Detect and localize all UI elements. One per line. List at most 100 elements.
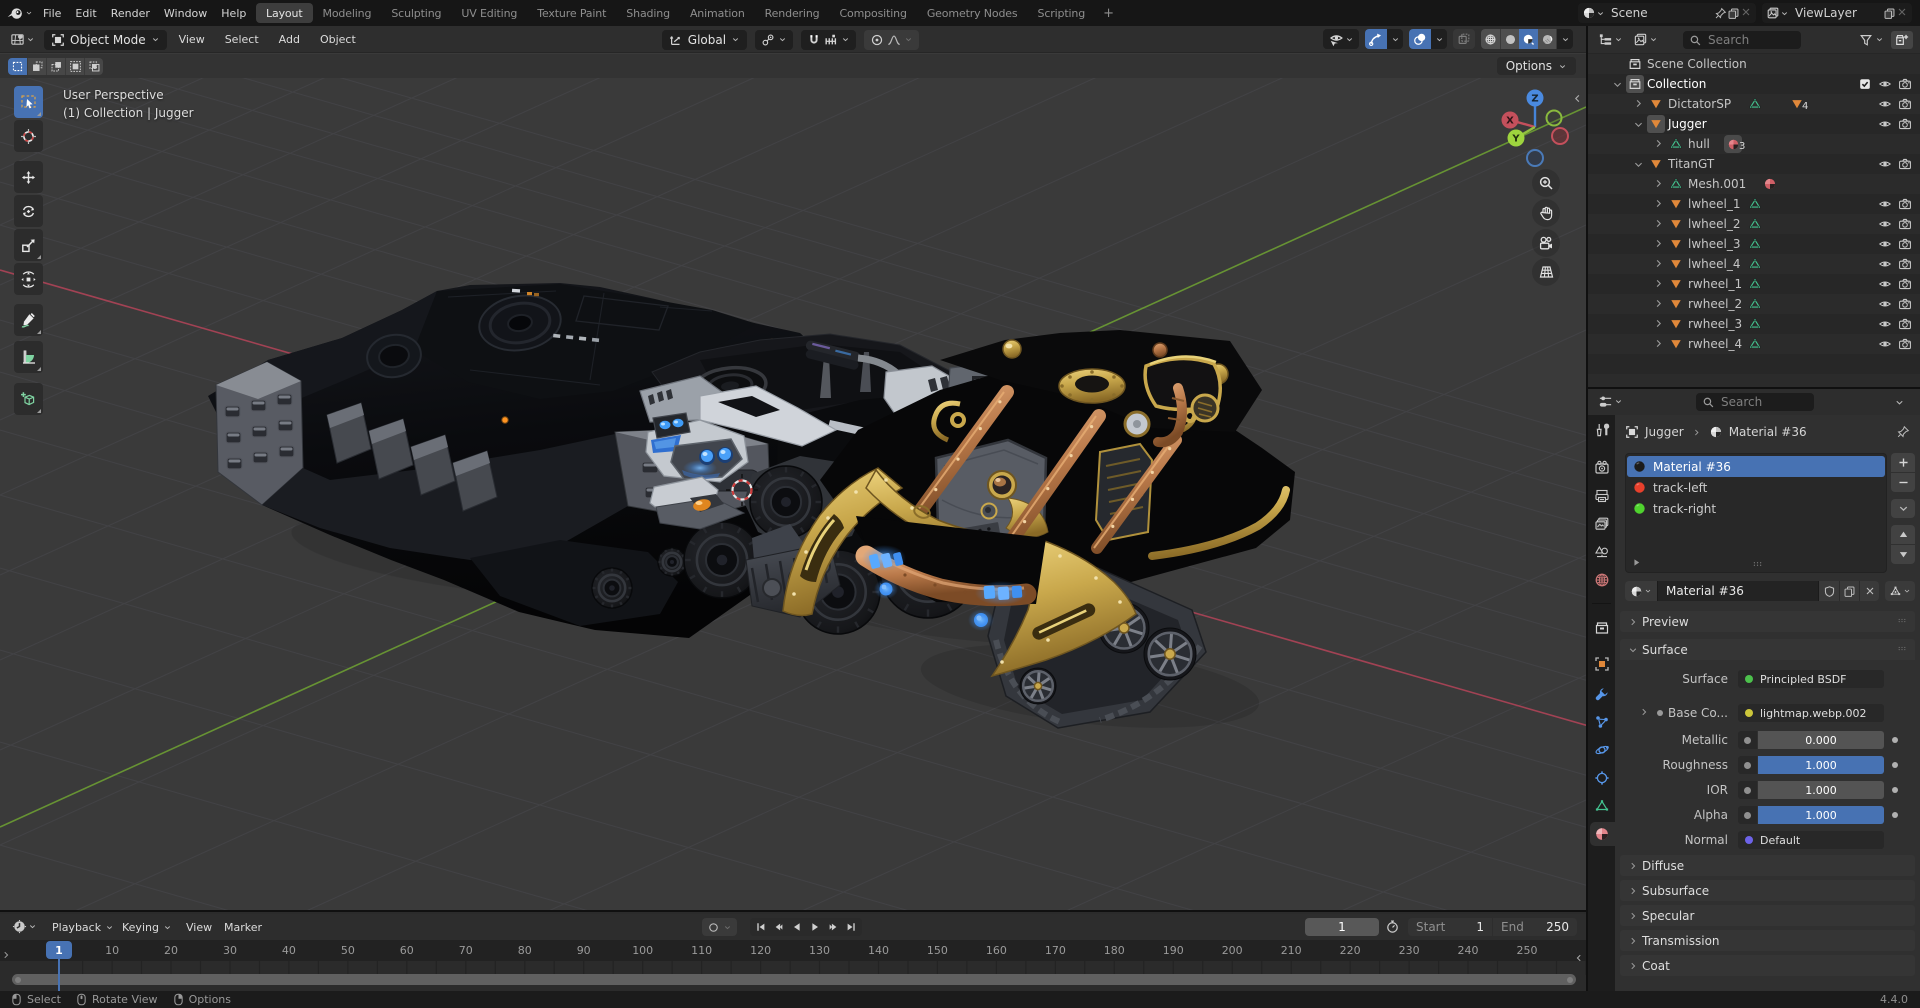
workspace-tab-modeling[interactable]: Modeling xyxy=(313,3,382,23)
nav-hand-button[interactable] xyxy=(1532,199,1560,227)
properties-tab-tool[interactable] xyxy=(1594,422,1610,438)
outliner-item-label[interactable]: rwheel_3 xyxy=(1688,317,1742,331)
scrollbar-handle-left[interactable] xyxy=(15,977,21,983)
tool-move[interactable] xyxy=(14,161,43,193)
workspace-tab-rendering[interactable]: Rendering xyxy=(755,3,830,23)
row-socket-button[interactable] xyxy=(1738,806,1757,824)
disclosure-closed-icon[interactable] xyxy=(1653,238,1664,249)
row-value-button[interactable]: lightmap.webp.002 xyxy=(1738,704,1884,722)
timeline-track-area[interactable] xyxy=(0,961,1586,991)
properties-tab-world[interactable] xyxy=(1594,572,1610,588)
tool-annotate[interactable] xyxy=(14,304,43,336)
viewport-menu-object[interactable]: Object xyxy=(312,33,364,46)
remove-material-slot-button[interactable] xyxy=(1891,473,1915,492)
hide-in-viewport-toggle[interactable] xyxy=(1878,317,1892,331)
properties-tab-view-layer[interactable] xyxy=(1594,516,1610,532)
disable-in-renders-toggle[interactable] xyxy=(1898,217,1912,231)
blender-menu-button[interactable] xyxy=(0,4,36,22)
outliner-item-label[interactable]: rwheel_4 xyxy=(1688,337,1742,351)
outliner-item-label[interactable]: Mesh.001 xyxy=(1688,177,1746,191)
workspace-tab-animation[interactable]: Animation xyxy=(680,3,755,23)
view-layer-name[interactable]: ViewLayer xyxy=(1795,6,1883,20)
outliner-row-lwheel-1[interactable]: lwheel_1 xyxy=(1588,194,1920,214)
viewport-menu-select[interactable]: Select xyxy=(217,33,267,46)
timeline-menu-marker[interactable]: Marker xyxy=(224,919,262,935)
3d-viewport[interactable]: Object ModeViewSelectAddObjectGlobal Opt… xyxy=(0,26,1586,910)
disclosure-closed-icon[interactable] xyxy=(1633,98,1644,109)
topbar-menu-render[interactable]: Render xyxy=(104,0,157,26)
pin-scene-icon[interactable] xyxy=(1714,7,1727,20)
row-value-slider[interactable]: 1.000 xyxy=(1758,781,1884,799)
playhead[interactable]: 1 xyxy=(46,941,72,959)
shading-material-preview-button[interactable] xyxy=(1519,29,1538,49)
disclosure-open-icon[interactable] xyxy=(1633,159,1644,170)
track-wheel[interactable] xyxy=(1144,628,1196,680)
outliner-item-label[interactable]: Scene Collection xyxy=(1647,57,1747,71)
add-workspace-button[interactable]: + xyxy=(1095,3,1122,23)
proportional-editing-icon[interactable] xyxy=(870,33,884,47)
row-value-slider[interactable]: 1.000 xyxy=(1758,806,1884,824)
snap-toggle-icon[interactable] xyxy=(807,33,821,47)
panel-diffuse[interactable]: Diffuse xyxy=(1620,855,1915,876)
animate-property-dot[interactable] xyxy=(1892,787,1898,793)
disable-in-renders-toggle[interactable] xyxy=(1898,317,1912,331)
wheel[interactable] xyxy=(592,568,632,608)
proportional-edit-group[interactable] xyxy=(864,30,919,50)
properties-editor-type-button[interactable] xyxy=(1598,394,1623,409)
slot-list-expand-icon[interactable] xyxy=(1631,557,1642,568)
workspace-tab-layout[interactable]: Layout xyxy=(256,3,313,23)
animate-property-dot[interactable] xyxy=(1892,737,1898,743)
jump-to-end-button[interactable] xyxy=(842,918,860,936)
outliner-item-label[interactable]: lwheel_3 xyxy=(1688,237,1741,251)
panel-preview[interactable]: Preview xyxy=(1620,611,1915,632)
unlink-material-button[interactable] xyxy=(1859,581,1879,601)
outliner-row-lwheel-3[interactable]: lwheel_3 xyxy=(1588,234,1920,254)
properties-tab-collection[interactable] xyxy=(1594,620,1610,636)
use-preview-range-toggle[interactable] xyxy=(1385,919,1400,934)
panel-surface[interactable]: Surface xyxy=(1620,639,1915,660)
timeline-expand-arrow[interactable] xyxy=(1,950,11,960)
workspace-tab-scripting[interactable]: Scripting xyxy=(1028,3,1096,23)
select-mode-invert[interactable] xyxy=(65,58,84,75)
workspace-tab-texture-paint[interactable]: Texture Paint xyxy=(527,3,616,23)
overlays-dropdown[interactable] xyxy=(1431,35,1447,44)
tool-scale[interactable] xyxy=(14,229,43,261)
timeline-editor-type-button[interactable] xyxy=(12,919,37,934)
hide-in-viewport-toggle[interactable] xyxy=(1878,217,1892,231)
animate-property-dot[interactable] xyxy=(1892,812,1898,818)
snapping-group[interactable] xyxy=(801,30,856,50)
timeline-menu-playback[interactable]: Playback xyxy=(52,919,114,935)
hide-in-viewport-toggle[interactable] xyxy=(1878,97,1892,111)
panel-grip[interactable] xyxy=(1895,644,1909,653)
properties-tab-data[interactable] xyxy=(1594,798,1610,814)
auto-keying-group[interactable] xyxy=(702,918,737,936)
disclosure-closed-icon[interactable] xyxy=(1653,198,1664,209)
shading-dropdown[interactable] xyxy=(1557,35,1573,44)
timeline-ruler[interactable]: 1020304050607080901001101201301401501601… xyxy=(0,940,1586,961)
outliner-item-label[interactable]: rwheel_2 xyxy=(1688,297,1742,311)
properties-pin-button[interactable] xyxy=(1896,425,1910,439)
outliner-row-scene-collection[interactable]: Scene Collection xyxy=(1588,54,1920,74)
play-reverse-button[interactable] xyxy=(788,918,806,936)
show-overlays-toggle[interactable] xyxy=(1409,29,1431,49)
outliner-row-jugger[interactable]: Jugger xyxy=(1588,114,1920,134)
outliner-item-label[interactable]: Jugger xyxy=(1668,117,1707,131)
disclosure-closed-icon[interactable] xyxy=(1653,278,1664,289)
outliner-row-lwheel-2[interactable]: lwheel_2 xyxy=(1588,214,1920,234)
panel-specular[interactable]: Specular xyxy=(1620,905,1915,926)
outliner-row-mesh-001[interactable]: Mesh.001 xyxy=(1588,174,1920,194)
timeline-collapse-arrow[interactable] xyxy=(1574,952,1584,964)
material-slot-0[interactable]: Material #36 xyxy=(1627,456,1885,477)
tool-measure[interactable] xyxy=(14,341,43,373)
outliner-row-rwheel-3[interactable]: rwheel_3 xyxy=(1588,314,1920,334)
scrollbar-handle-right[interactable] xyxy=(1567,977,1573,983)
material-name-input[interactable]: Material #36 xyxy=(1657,581,1819,601)
timeline-menu-keying[interactable]: Keying xyxy=(122,919,172,935)
timeline-menu-view[interactable]: View xyxy=(186,919,212,935)
navigation-gizmo[interactable]: Z X Y xyxy=(1466,52,1586,282)
panel-coat[interactable]: Coat xyxy=(1620,955,1915,976)
tool-add-cube[interactable] xyxy=(14,383,43,415)
view-layer-selector[interactable]: ViewLayer xyxy=(1762,3,1912,23)
workspace-tab-geometry-nodes[interactable]: Geometry Nodes xyxy=(917,3,1028,23)
hide-in-viewport-toggle[interactable] xyxy=(1878,297,1892,311)
